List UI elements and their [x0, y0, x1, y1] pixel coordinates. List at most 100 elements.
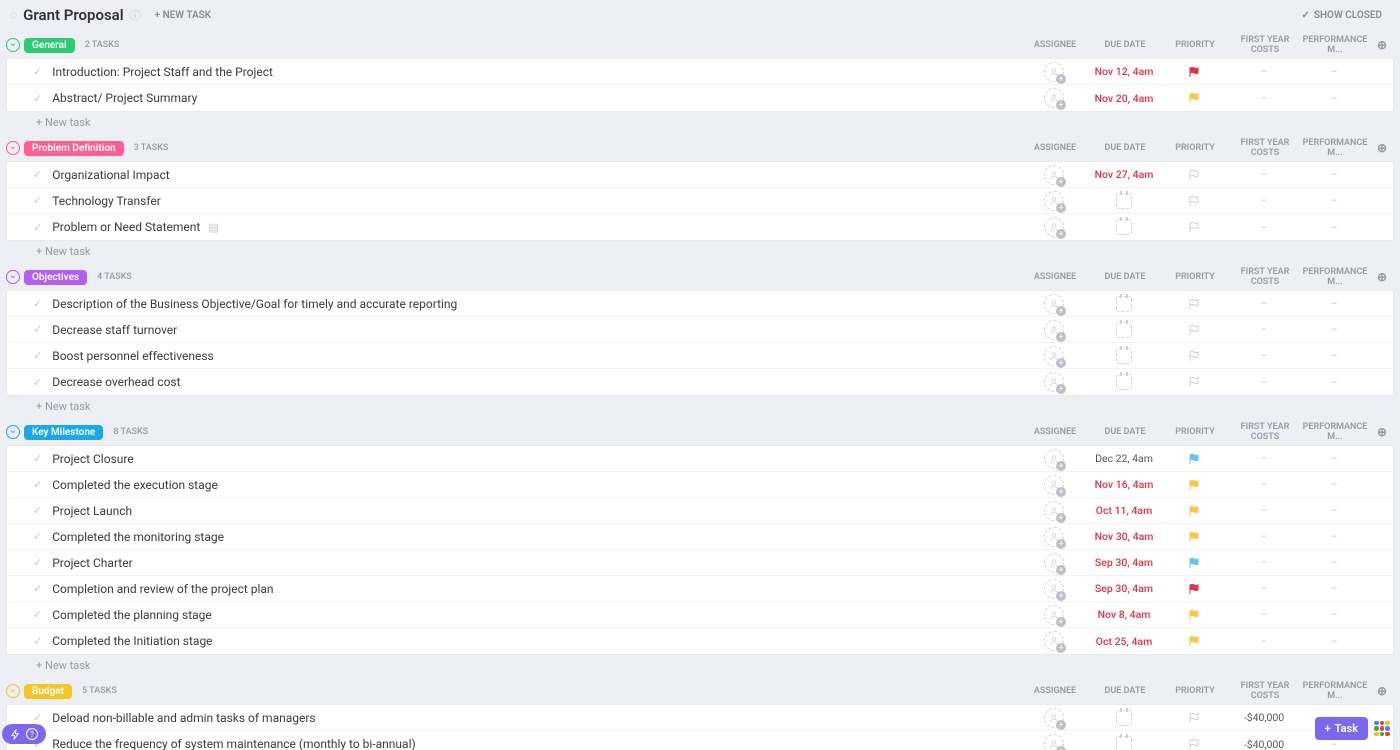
task-title[interactable]: Organizational Impact: [52, 168, 170, 182]
status-check-icon[interactable]: ✓: [33, 168, 42, 181]
due-date-cell[interactable]: [1089, 193, 1159, 209]
section-badge[interactable]: General: [24, 38, 75, 53]
priority-cell[interactable]: [1159, 738, 1229, 750]
due-date-cell[interactable]: [1089, 322, 1159, 338]
task-title[interactable]: Boost personnel effectiveness: [52, 349, 214, 363]
task-row[interactable]: ✓Completed the execution stage+Nov 16, 4…: [7, 472, 1393, 498]
status-check-icon[interactable]: ✓: [33, 65, 42, 78]
status-check-icon[interactable]: ✓: [33, 297, 42, 310]
assignee-cell[interactable]: +: [1019, 631, 1089, 651]
task-row[interactable]: ✓Organizational Impact+Nov 27, 4am––: [7, 162, 1393, 188]
task-title[interactable]: Deload non-billable and admin tasks of m…: [52, 711, 315, 725]
status-check-icon[interactable]: ✓: [33, 478, 42, 491]
col-due-date[interactable]: DUE DATE: [1090, 686, 1160, 696]
first-year-costs-cell[interactable]: –: [1229, 530, 1299, 543]
task-title[interactable]: Completed the planning stage: [52, 608, 212, 622]
col-due-date[interactable]: DUE DATE: [1090, 40, 1160, 50]
assignee-cell[interactable]: +: [1019, 475, 1089, 495]
task-title[interactable]: Project Launch: [52, 504, 132, 518]
assignee-cell[interactable]: +: [1019, 605, 1089, 625]
col-assignee[interactable]: ASSIGNEE: [1020, 686, 1090, 696]
section-badge[interactable]: Objectives: [24, 270, 87, 285]
due-date-cell[interactable]: Nov 30, 4am: [1089, 530, 1159, 543]
performance-cell[interactable]: –: [1299, 608, 1369, 621]
task-title[interactable]: Decrease overhead cost: [52, 375, 180, 389]
status-check-icon[interactable]: ✓: [33, 194, 42, 207]
performance-cell[interactable]: –: [1299, 376, 1369, 389]
task-row[interactable]: ✓Abstract/ Project Summary+Nov 20, 4am––: [7, 85, 1393, 111]
due-date-cell[interactable]: [1089, 710, 1159, 726]
due-date-cell[interactable]: [1089, 736, 1159, 750]
performance-cell[interactable]: –: [1299, 582, 1369, 595]
col-priority[interactable]: PRIORITY: [1160, 427, 1230, 437]
priority-cell[interactable]: [1159, 195, 1229, 207]
due-date-cell[interactable]: Oct 11, 4am: [1089, 504, 1159, 517]
due-date-cell[interactable]: [1089, 374, 1159, 390]
assignee-cell[interactable]: +: [1019, 346, 1089, 366]
task-title[interactable]: Project Charter: [52, 556, 132, 570]
show-closed-toggle[interactable]: ✓ SHOW CLOSED: [1301, 10, 1382, 21]
status-check-icon[interactable]: ✓: [33, 376, 42, 389]
new-task-row[interactable]: + New task: [6, 655, 1394, 672]
task-title[interactable]: Description of the Business Objective/Go…: [52, 297, 457, 311]
performance-cell[interactable]: –: [1299, 556, 1369, 569]
task-title[interactable]: Project Closure: [52, 452, 133, 466]
first-year-costs-cell[interactable]: –: [1229, 582, 1299, 595]
task-row[interactable]: ✓ Completion and review of the project pl…: [7, 576, 1393, 602]
section-badge[interactable]: Key Milestone: [24, 425, 103, 440]
first-year-costs-cell[interactable]: –: [1229, 194, 1299, 207]
status-check-icon[interactable]: ✓: [33, 582, 42, 595]
assignee-cell[interactable]: +: [1019, 191, 1089, 211]
add-column-icon[interactable]: ⊕: [1370, 684, 1394, 698]
assignee-cell[interactable]: +: [1019, 579, 1089, 599]
col-first-year-costs[interactable]: FIRST YEAR COSTS: [1230, 35, 1300, 55]
first-year-costs-cell[interactable]: –: [1229, 92, 1299, 105]
task-title[interactable]: Introduction: Project Staff and the Proj…: [52, 65, 273, 79]
add-column-icon[interactable]: ⊕: [1370, 270, 1394, 284]
status-check-icon[interactable]: ✓: [33, 323, 42, 336]
first-year-costs-cell[interactable]: –: [1229, 349, 1299, 362]
task-title[interactable]: Completed the execution stage: [52, 478, 218, 492]
priority-cell[interactable]: [1159, 712, 1229, 724]
priority-cell[interactable]: [1159, 453, 1229, 465]
col-due-date[interactable]: DUE DATE: [1090, 427, 1160, 437]
performance-cell[interactable]: –: [1299, 194, 1369, 207]
priority-cell[interactable]: [1159, 66, 1229, 78]
assignee-cell[interactable]: +: [1019, 501, 1089, 521]
col-first-year-costs[interactable]: FIRST YEAR COSTS: [1230, 267, 1300, 287]
assignee-cell[interactable]: +: [1019, 217, 1089, 237]
section-collapse-icon[interactable]: [6, 425, 20, 439]
priority-cell[interactable]: [1159, 298, 1229, 310]
first-year-costs-cell[interactable]: –: [1229, 297, 1299, 310]
first-year-costs-cell[interactable]: –: [1229, 323, 1299, 336]
task-row[interactable]: ✓Project Launch+Oct 11, 4am––: [7, 498, 1393, 524]
task-row[interactable]: ✓Completed the monitoring stage+Nov 30, …: [7, 524, 1393, 550]
task-title[interactable]: Completion and review of the project pla…: [52, 582, 273, 596]
task-row[interactable]: ✓ Description of the Business Objective/G…: [7, 291, 1393, 317]
due-date-cell[interactable]: [1089, 348, 1159, 364]
col-assignee[interactable]: ASSIGNEE: [1020, 40, 1090, 50]
add-column-icon[interactable]: ⊕: [1370, 38, 1394, 52]
priority-cell[interactable]: [1159, 350, 1229, 362]
first-year-costs-cell[interactable]: –: [1229, 168, 1299, 181]
task-row[interactable]: ✓Reduce the frequency of system maintena…: [7, 731, 1393, 750]
first-year-costs-cell[interactable]: –: [1229, 635, 1299, 648]
first-year-costs-cell[interactable]: –: [1229, 221, 1299, 234]
task-row[interactable]: ✓Deload non-billable and admin tasks of …: [7, 705, 1393, 731]
performance-cell[interactable]: –: [1299, 323, 1369, 336]
first-year-costs-cell[interactable]: –: [1229, 65, 1299, 78]
performance-cell[interactable]: –: [1299, 221, 1369, 234]
performance-cell[interactable]: –: [1299, 635, 1369, 648]
col-priority[interactable]: PRIORITY: [1160, 272, 1230, 282]
assignee-cell[interactable]: +: [1019, 372, 1089, 392]
new-task-row[interactable]: + New task: [6, 241, 1394, 258]
performance-cell[interactable]: –: [1299, 452, 1369, 465]
assignee-cell[interactable]: +: [1019, 294, 1089, 314]
task-row[interactable]: ✓Decrease staff turnover+––: [7, 317, 1393, 343]
col-assignee[interactable]: ASSIGNEE: [1020, 272, 1090, 282]
section-collapse-icon[interactable]: [6, 270, 20, 284]
assignee-cell[interactable]: +: [1019, 62, 1089, 82]
first-year-costs-cell[interactable]: -$40,000: [1229, 738, 1299, 750]
status-check-icon[interactable]: ✓: [33, 530, 42, 543]
status-check-icon[interactable]: ✓: [33, 556, 42, 569]
